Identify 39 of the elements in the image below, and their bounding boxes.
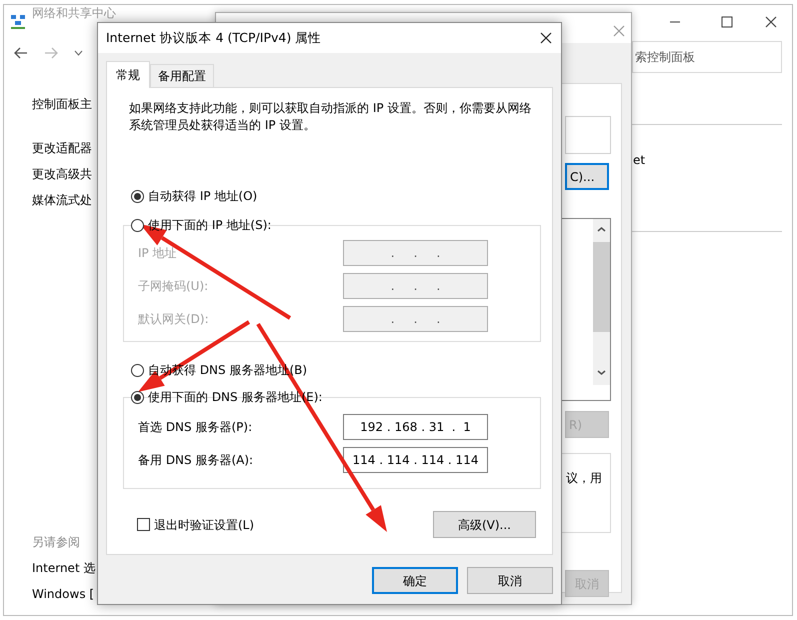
window-title: 网络和共享中心 [32, 6, 116, 20]
sidebar-link[interactable]: Windows [ [32, 585, 96, 603]
back-icon[interactable] [14, 47, 28, 59]
ip-address-field[interactable]: 192 . 168 . 31 . 1 [343, 414, 488, 440]
close-icon[interactable] [539, 31, 553, 46]
sidebar-link[interactable]: 更改高级共 [32, 165, 92, 183]
button[interactable]: 取消 [467, 567, 553, 594]
tab[interactable]: 常规 [106, 61, 150, 88]
field-label: 首选 DNS 服务器(P): [138, 420, 252, 434]
field-label: 默认网关(D): [138, 312, 209, 326]
radio-button[interactable] [131, 364, 144, 376]
sidebar-link[interactable]: Internet 选 [32, 559, 96, 577]
description-text: 如果网络支持此功能，则可以获取自动指派的 IP 设置。否则，你需要从网络系统管理员处获得适当的 IP 设置。 [129, 100, 532, 134]
button[interactable]: C)... [565, 163, 609, 190]
advanced-button[interactable]: 高级(V)... [433, 511, 536, 538]
search-field[interactable]: 索控制面板 [632, 41, 782, 73]
sidebar-link[interactable]: 更改适配器 [32, 139, 92, 157]
chevron-icon[interactable] [74, 50, 83, 56]
radio-label: 自动获得 IP 地址(O) [148, 188, 258, 205]
close-icon[interactable] [764, 15, 778, 29]
field-label: 备用 DNS 服务器(A): [138, 452, 254, 466]
dialog-title: Internet 协议版本 4 (TCP/IPv4) 属性 [106, 28, 322, 47]
sidebar-link[interactable]: 控制面板主 [32, 95, 92, 113]
maximize-icon[interactable] [720, 15, 734, 29]
see-also-heading: 另请参阅 [32, 534, 81, 551]
checkbox-label: 退出时验证设置(L) [154, 516, 256, 534]
button[interactable]: 确定 [372, 567, 458, 594]
field-label: 子网掩码(U): [138, 278, 208, 292]
sidebar-link[interactable]: 媒体流式处 [32, 191, 92, 209]
ip-address-field[interactable]: 114 . 114 . 114 . 114 [343, 446, 488, 472]
field-label: IP 地址 [138, 246, 177, 260]
tab[interactable]: 备用配置 [150, 64, 214, 87]
checkbox[interactable] [137, 518, 150, 531]
description-text: 议，用 [566, 470, 602, 487]
radio-button[interactable] [131, 218, 144, 232]
radio-button[interactable] [131, 190, 144, 202]
adapter-name: et [633, 152, 646, 169]
network-icon [10, 14, 26, 30]
radio-button[interactable] [131, 390, 144, 404]
